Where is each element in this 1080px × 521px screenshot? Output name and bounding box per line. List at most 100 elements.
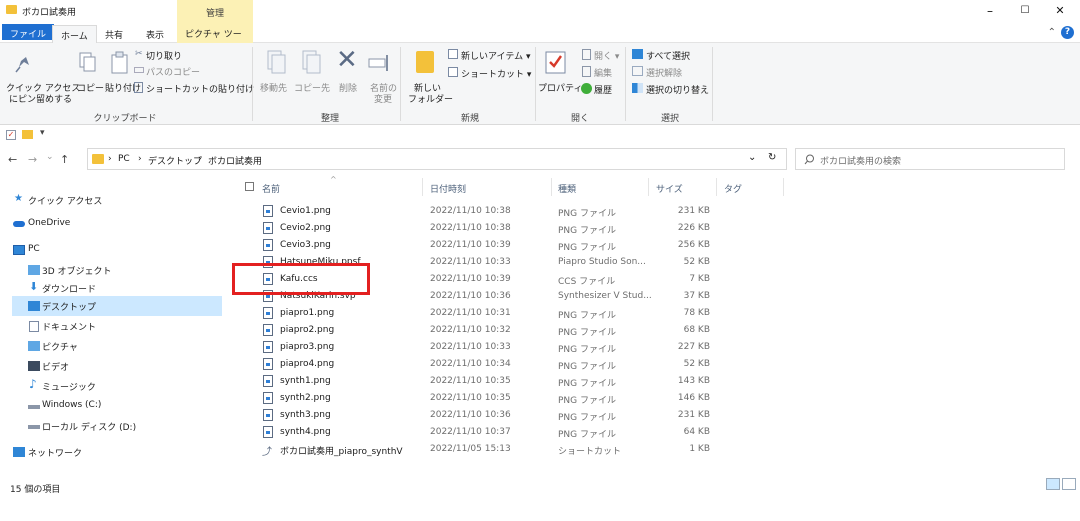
recent-locations-button[interactable]: ⌄ — [46, 152, 54, 162]
ribbon-separator — [535, 47, 536, 121]
file-size: 37 KB — [683, 291, 710, 301]
shortcut-icon — [448, 67, 458, 77]
invert-selection-icon — [632, 83, 643, 93]
copy-button[interactable]: コピー — [77, 81, 104, 94]
nav-item-quick-access[interactable]: ★ クイック アクセス — [12, 190, 230, 210]
file-row[interactable]: piapro4.png 2022/11/10 10:34 PNG ファイル 52… — [238, 356, 778, 373]
edit-button[interactable]: 編集 — [594, 66, 612, 79]
column-separator[interactable] — [422, 178, 423, 196]
file-row[interactable]: synth3.png 2022/11/10 10:36 PNG ファイル 231… — [238, 407, 778, 424]
nav-item-desktop[interactable]: デスクトップ — [12, 296, 222, 316]
up-button[interactable]: ↑ — [60, 153, 69, 166]
search-input[interactable]: ボカロ試奏用の検索 — [795, 148, 1065, 170]
file-row[interactable]: ⤴ ボカロ試奏用_piapro_synthV 2022/11/05 15:13 … — [238, 441, 778, 458]
copy-path-button[interactable]: パスのコピー — [146, 65, 200, 78]
file-row[interactable]: synth2.png 2022/11/10 10:35 PNG ファイル 146… — [238, 390, 778, 407]
file-name: synth3.png — [280, 410, 331, 420]
select-all-checkbox[interactable] — [245, 182, 254, 191]
new-item-button[interactable]: 新しいアイテム ▾ — [461, 49, 530, 62]
new-folder-icon — [416, 51, 434, 73]
nav-item-network[interactable]: ネットワーク — [12, 442, 230, 462]
nav-item-pc[interactable]: PC — [12, 240, 230, 260]
refresh-button[interactable]: ↻ — [768, 152, 776, 163]
invert-selection-button[interactable]: 選択の切り替え — [646, 83, 709, 96]
computer-icon — [13, 245, 25, 255]
nav-item-videos[interactable]: ビデオ — [12, 356, 230, 376]
column-date[interactable]: 日付時刻 — [430, 182, 466, 195]
column-size[interactable]: サイズ — [656, 182, 683, 195]
address-dropdown-button[interactable]: ⌄ — [748, 152, 756, 163]
open-button[interactable]: 開く ▾ — [594, 49, 619, 62]
file-row[interactable]: synth1.png 2022/11/10 10:35 PNG ファイル 143… — [238, 373, 778, 390]
file-size: 226 KB — [677, 223, 710, 233]
new-folder-qat-icon[interactable] — [22, 130, 33, 139]
file-row[interactable]: synth4.png 2022/11/10 10:37 PNG ファイル 64 … — [238, 424, 778, 441]
nav-item-local-d[interactable]: ローカル ディスク (D:) — [12, 416, 230, 436]
nav-item-music[interactable]: ♪ ミュージック — [12, 376, 230, 396]
breadcrumb-pc[interactable]: PC — [118, 154, 130, 164]
column-separator[interactable] — [716, 178, 717, 196]
nav-item-documents[interactable]: ドキュメント — [12, 316, 230, 336]
history-button[interactable]: 履歴 — [594, 83, 612, 96]
nav-item-onedrive[interactable]: OneDrive — [12, 214, 230, 234]
delete-button[interactable]: 削除 — [339, 81, 357, 94]
close-button[interactable]: ✕ — [1045, 4, 1075, 18]
file-row[interactable]: Cevio3.png 2022/11/10 10:39 PNG ファイル 256… — [238, 237, 778, 254]
help-icon[interactable]: ? — [1061, 26, 1074, 39]
file-row[interactable]: Cevio2.png 2022/11/10 10:38 PNG ファイル 226… — [238, 220, 778, 237]
nav-item-pictures[interactable]: ピクチャ — [12, 336, 230, 356]
column-separator[interactable] — [551, 178, 552, 196]
rename-label-2: 変更 — [374, 95, 393, 105]
column-separator[interactable] — [783, 178, 784, 196]
paste-shortcut-button[interactable]: ショートカットの貼り付け — [146, 82, 254, 95]
minimize-button[interactable]: – — [975, 4, 1005, 18]
png-file-icon — [263, 222, 273, 234]
tab-share[interactable]: 共有 — [97, 25, 131, 42]
properties-qat-icon[interactable]: ✓ — [6, 130, 16, 140]
tab-file[interactable]: ファイル — [2, 24, 55, 40]
column-type[interactable]: 種類 — [558, 182, 576, 195]
ribbon-expand-chevron-icon[interactable]: ⌃ — [1048, 27, 1056, 38]
file-row[interactable]: piapro1.png 2022/11/10 10:31 PNG ファイル 78… — [238, 305, 778, 322]
properties-button[interactable]: プロパティ — [538, 81, 582, 94]
nav-item-downloads[interactable]: ⬇ ダウンロード — [12, 278, 230, 298]
forward-button[interactable]: → — [28, 153, 37, 166]
qat-dropdown-icon[interactable]: ▾ — [40, 128, 45, 138]
address-bar[interactable]: › PC › デスクトップ › ボカロ試奏用 ⌄ ↻ — [87, 148, 787, 170]
nav-item-windows-c[interactable]: Windows (C:) — [12, 396, 230, 416]
back-button[interactable]: ← — [8, 153, 17, 166]
png-file-icon — [263, 205, 273, 217]
breadcrumb-current-folder[interactable]: ボカロ試奏用 — [208, 154, 262, 167]
select-all-button[interactable]: すべて選択 — [646, 49, 690, 62]
column-tag[interactable]: タグ — [724, 182, 742, 195]
picture-icon — [28, 341, 40, 351]
video-icon — [28, 361, 40, 371]
details-view-icon[interactable] — [1046, 478, 1060, 490]
copy-to-button[interactable]: コピー先 — [294, 81, 330, 94]
cut-button[interactable]: 切り取り — [146, 49, 182, 62]
file-name: ボカロ試奏用_piapro_synthV — [280, 447, 403, 457]
large-icons-view-icon[interactable] — [1062, 478, 1076, 490]
file-row[interactable]: Cevio1.png 2022/11/10 10:38 PNG ファイル 231… — [238, 203, 778, 220]
maximize-button[interactable]: ☐ — [1010, 4, 1040, 18]
file-type: PNG ファイル — [558, 362, 616, 372]
folder-icon — [6, 5, 17, 14]
tab-view[interactable]: 表示 — [138, 25, 172, 42]
breadcrumb-desktop[interactable]: デスクトップ — [148, 154, 202, 167]
file-name: synth2.png — [280, 393, 331, 403]
tab-home[interactable]: ホーム — [52, 25, 97, 44]
file-row[interactable]: piapro2.png 2022/11/10 10:32 PNG ファイル 68… — [238, 322, 778, 339]
file-size: 256 KB — [677, 240, 710, 250]
column-name[interactable]: 名前 — [262, 182, 280, 195]
tab-picture-tools[interactable]: ピクチャ ツール — [177, 22, 253, 53]
file-type: PNG ファイル — [558, 413, 616, 423]
select-group-label: 選択 — [660, 114, 679, 124]
file-type: PNG ファイル — [558, 379, 616, 389]
select-none-button[interactable]: 選択解除 — [646, 66, 682, 79]
nav-item-3d-objects[interactable]: 3D オブジェクト — [12, 260, 230, 280]
file-size: 231 KB — [677, 206, 710, 216]
new-shortcut-button[interactable]: ショートカット ▾ — [461, 67, 531, 80]
column-separator[interactable] — [648, 178, 649, 196]
move-to-button[interactable]: 移動先 — [260, 81, 287, 94]
file-row[interactable]: piapro3.png 2022/11/10 10:33 PNG ファイル 22… — [238, 339, 778, 356]
